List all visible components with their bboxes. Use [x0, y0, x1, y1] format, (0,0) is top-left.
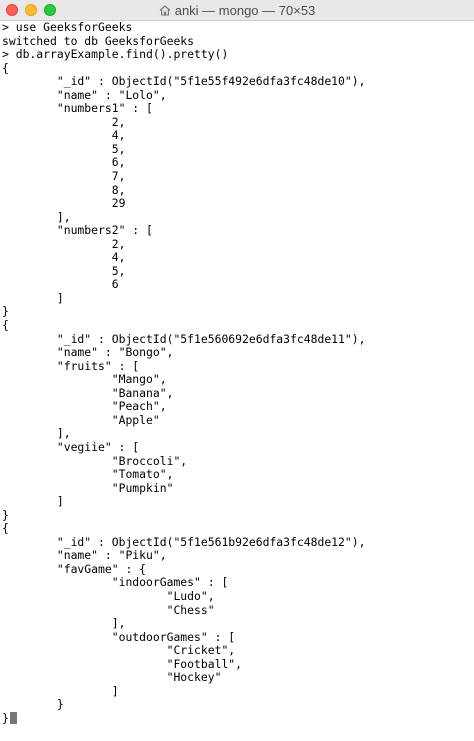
terminal-line: > use GeeksforGeeks	[2, 21, 133, 34]
terminal-line: "name" : "Piku",	[2, 549, 167, 563]
terminal-line: "Tomato",	[2, 468, 174, 482]
terminal-line: 29	[2, 197, 126, 211]
terminal-line: "numbers2" : [	[2, 224, 153, 238]
terminal-line: switched to db GeeksforGeeks	[2, 34, 195, 48]
terminal-line: 7,	[2, 170, 126, 184]
title-bar[interactable]: anki — mongo — 70×53	[0, 0, 474, 21]
terminal-line: 8,	[2, 183, 126, 197]
terminal-line: "Peach",	[2, 400, 167, 414]
terminal-line: 5,	[2, 142, 126, 156]
terminal-line: 6	[2, 278, 119, 292]
terminal-line: }	[2, 698, 64, 712]
terminal-line: 4,	[2, 251, 126, 265]
terminal-line: ],	[2, 210, 71, 224]
terminal-line: "numbers1" : [	[2, 102, 153, 116]
terminal-line: "Apple"	[2, 413, 160, 427]
terminal-line: {	[2, 522, 9, 536]
terminal-line: "Banana",	[2, 386, 174, 400]
terminal-line: {	[2, 61, 9, 75]
terminal-line: "favGame" : {	[2, 562, 147, 576]
terminal-prompt-line[interactable]: }	[2, 711, 472, 726]
terminal-prompt: }	[2, 711, 9, 725]
terminal-line: "_id" : ObjectId("5f1e561b92e6dfa3fc48de…	[2, 535, 366, 549]
terminal-line: "Hockey"	[2, 671, 222, 685]
terminal-line: "indoorGames" : [	[2, 576, 229, 590]
terminal-line: ],	[2, 617, 126, 631]
terminal-line: 4,	[2, 129, 126, 143]
terminal-line: 2,	[2, 237, 126, 251]
terminal-line: "_id" : ObjectId("5f1e560692e6dfa3fc48de…	[2, 332, 366, 346]
terminal-line: "Pumpkin"	[2, 481, 174, 495]
terminal-line: {	[2, 319, 9, 333]
terminal-line: }	[2, 305, 9, 319]
terminal-line: "Chess"	[2, 603, 215, 617]
terminal-line: 6,	[2, 156, 126, 170]
terminal-line: ]	[2, 684, 119, 698]
terminal-window: anki — mongo — 70×53 > use GeeksforGeeks…	[0, 0, 474, 741]
terminal-line: "name" : "Lolo",	[2, 88, 167, 102]
terminal-line: "Football",	[2, 657, 243, 671]
terminal-line: "Broccoli",	[2, 454, 188, 468]
home-icon	[159, 5, 171, 16]
terminal-output[interactable]: > use GeeksforGeeks switched to db Geeks…	[2, 21, 472, 741]
terminal-line: }	[2, 508, 9, 522]
terminal-line: "fruits" : [	[2, 359, 140, 373]
window-title: anki — mongo — 70×53	[0, 0, 474, 21]
terminal-line: 5,	[2, 264, 126, 278]
terminal-line: "name" : "Bongo",	[2, 346, 174, 360]
terminal-line: "Ludo",	[2, 589, 215, 603]
terminal-line: "_id" : ObjectId("5f1e55f492e6dfa3fc48de…	[2, 75, 366, 89]
terminal-line: ]	[2, 291, 64, 305]
terminal-line: "vegiie" : [	[2, 440, 140, 454]
terminal-line: ],	[2, 427, 71, 441]
terminal-cursor	[9, 711, 17, 724]
terminal-line: "outdoorGames" : [	[2, 630, 236, 644]
terminal-line: ]	[2, 495, 64, 509]
window-title-text: anki — mongo — 70×53	[174, 3, 316, 18]
terminal-line: 2,	[2, 115, 126, 129]
terminal-line: > db.arrayExample.find().pretty()	[2, 48, 229, 62]
terminal-line: "Cricket",	[2, 644, 236, 658]
terminal-line: "Mango",	[2, 373, 167, 387]
